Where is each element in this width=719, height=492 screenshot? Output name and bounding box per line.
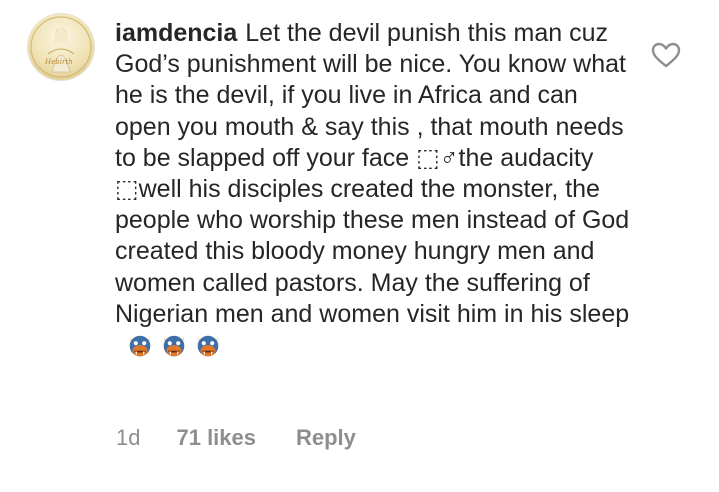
ogre-face-icon [163, 336, 185, 357]
heart-icon[interactable] [651, 42, 681, 68]
comment-body: iamdencia Let the devil punish this man c… [115, 18, 635, 361]
ogre-face-icon [197, 336, 219, 357]
comment-timestamp: 1d [116, 425, 141, 450]
comment-text: Let the devil punish this man cuz God’s … [115, 19, 630, 328]
profile-avatar[interactable]: Hebirth [28, 14, 94, 80]
emoji-group [125, 331, 223, 361]
avatar-image: Hebirth [30, 16, 92, 78]
ogre-face-icon [129, 336, 151, 357]
reply-button[interactable]: Reply [296, 425, 356, 451]
comment-meta: 1d 71 likes Reply [116, 423, 356, 453]
svg-text:Hebirth: Hebirth [44, 58, 73, 66]
likes-count-button[interactable]: 71 likes [176, 425, 256, 451]
comment-username[interactable]: iamdencia [115, 19, 237, 47]
